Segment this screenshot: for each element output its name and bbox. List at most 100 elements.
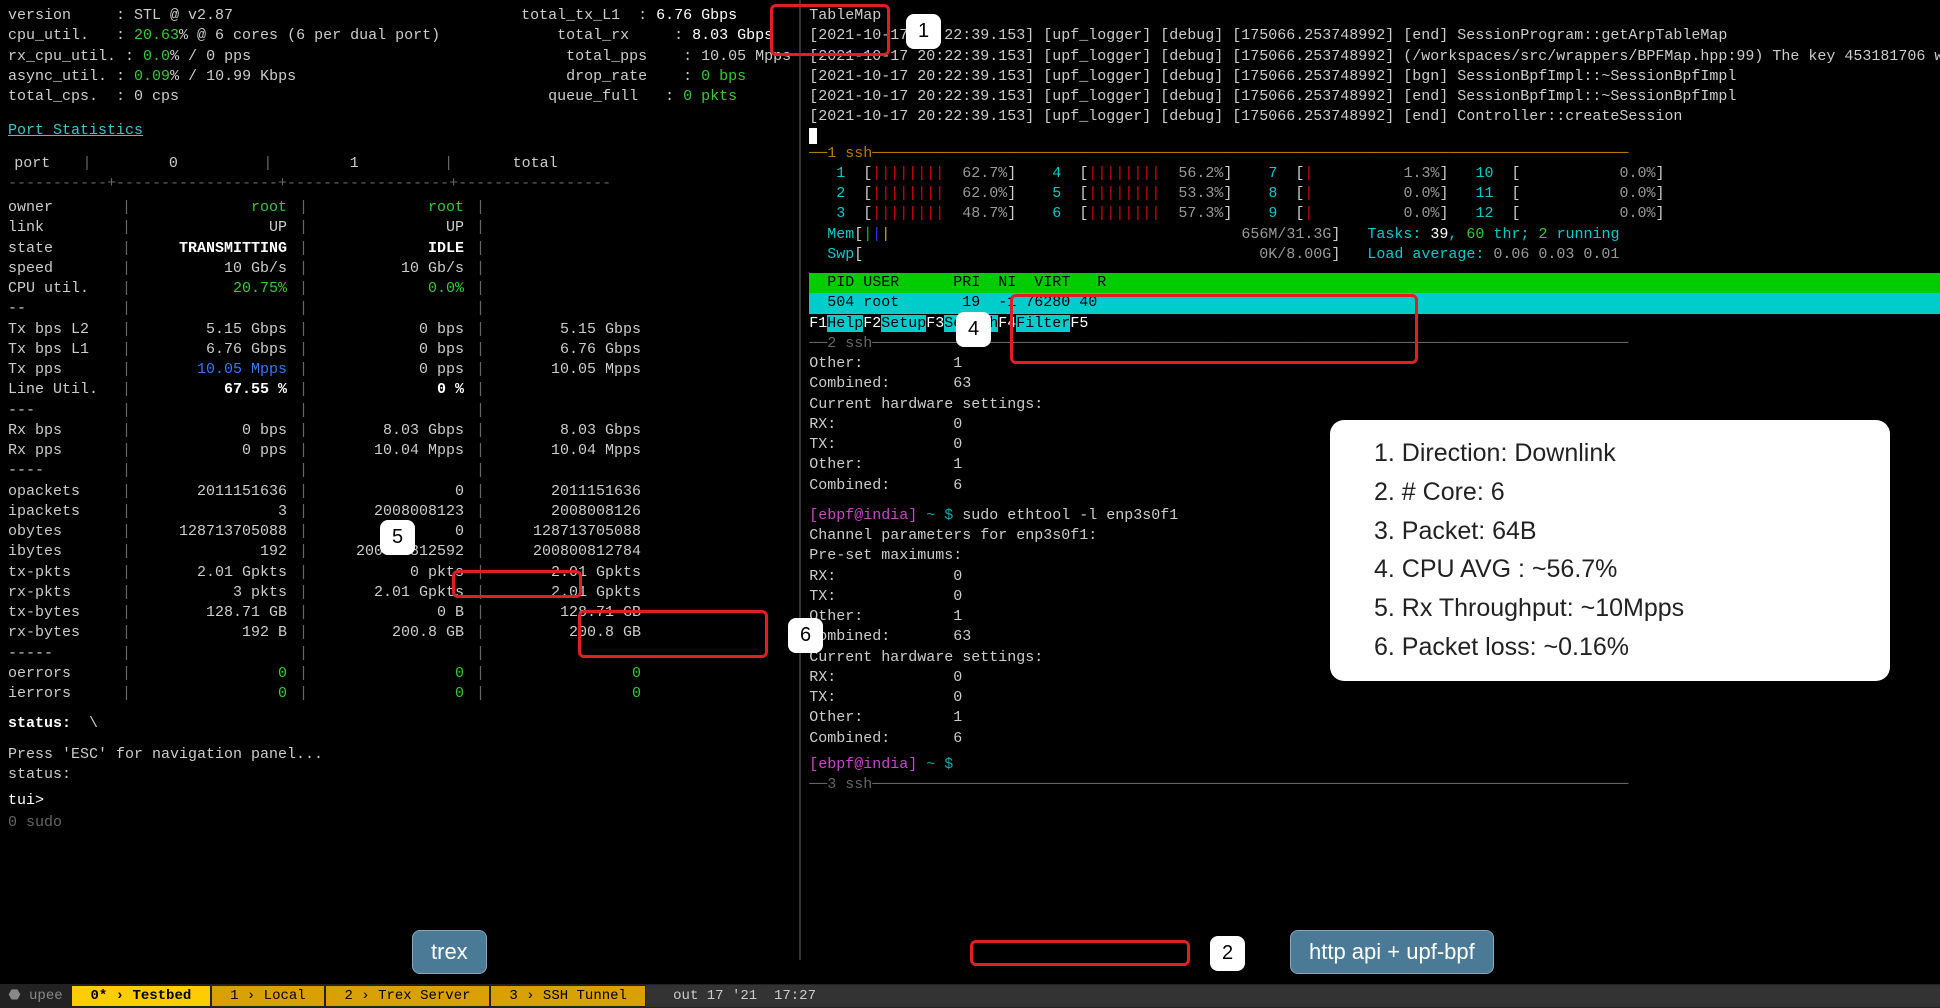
table-row: ipackets|3|2008008123|2008008126 (8, 502, 649, 522)
val-txl1: 6.76 Gbps (656, 7, 737, 24)
row-tcps: total_cps. : 0 cps queue_full : 0 pkts (8, 87, 791, 107)
tmux-tab[interactable]: 0* › Testbed (72, 986, 210, 1006)
table-row: owner|root|root| (8, 198, 649, 218)
callout-item: Packet: 64B (1366, 512, 1866, 551)
table-row: ----||| (8, 461, 649, 481)
lbl-version: version (8, 7, 71, 24)
shell-tx2: TX: 0 (809, 688, 1940, 708)
shell-prompt-2[interactable]: [ebpf@india] ~ $ (809, 755, 1940, 775)
shell-other2: Other: 1 (809, 708, 1940, 728)
callout-item: # Core: 6 (1366, 473, 1866, 512)
hdr-port: port (8, 154, 77, 174)
htop-cpu-row: 2 [|||||||| 62.0%] 5 [|||||||| 53.3%] 8 … (809, 184, 1940, 204)
callout-item: CPU AVG : ~56.7% (1366, 550, 1866, 589)
val-rx: 8.03 Gbps (692, 27, 773, 44)
hdr-0: 0 (97, 154, 257, 174)
table-row: ibytes|192|200800812592|200800812784 (8, 542, 649, 562)
table-row: tx-pkts|2.01 Gpkts|0 pkts|2.01 Gpkts (8, 563, 649, 583)
lbl-txl1: total_tx_L1 (521, 7, 620, 24)
val-cpu-pct: 20.63 (134, 27, 179, 44)
log-line: [2021-10-17 20:22:39.153] [upf_logger] [… (809, 67, 1940, 87)
callout-6: 6 (788, 618, 823, 653)
status2: status: (8, 765, 791, 785)
hdr-1: 1 (278, 154, 438, 174)
htop-swp: Swp[ 0K/8.00G] Load average: 0.06 0.03 0… (809, 245, 1940, 265)
trex-panel: version : STL @ v2.87 total_tx_L1 : 6.76… (0, 0, 801, 960)
log-line: [2021-10-17 20:22:39.153] [upf_logger] [… (809, 47, 1940, 67)
log-line: [2021-10-17 20:22:39.153] [upf_logger] [… (809, 87, 1940, 107)
tmux-session[interactable]: ⬣ upee (0, 987, 71, 1006)
val-rxcpu-pct: 0.0 (143, 48, 170, 65)
table-row: CPU util.|20.75%|0.0%| (8, 279, 649, 299)
table-row: obytes|128713705088|0|128713705088 (8, 522, 649, 542)
table-row: ---||| (8, 401, 649, 421)
val-qf: 0 pkts (683, 88, 737, 105)
lbl-pps: total_pps (566, 48, 647, 65)
val-pps: 10.05 Mpps (701, 48, 791, 65)
tmux-tab[interactable]: 1 › Local (212, 986, 324, 1006)
dashline: -----------+------------------+---------… (8, 174, 619, 194)
table-row: link|UP|UP| (8, 218, 649, 238)
lbl-cpu: cpu_util. (8, 27, 89, 44)
table-row: Rx pps|0 pps|10.04 Mpps|10.04 Mpps (8, 441, 649, 461)
log-line: [2021-10-17 20:22:39.153] [upf_logger] [… (809, 107, 1940, 127)
row-cpu: cpu_util. : 20.63% @ 6 cores (6 per dual… (8, 26, 791, 46)
callout-item: Rx Throughput: ~10Mpps (1366, 589, 1866, 628)
lbl-async: async_util. (8, 68, 107, 85)
status-row: status: \ (8, 714, 791, 734)
log-lines: TableMap[2021-10-17 20:22:39.153] [upf_l… (809, 6, 1940, 128)
table-row: speed|10 Gb/s|10 Gb/s| (8, 259, 649, 279)
eth-cur-hdr: Current hardware settings: (809, 395, 1940, 415)
lbl-rxcpu: rx_cpu_util. (8, 48, 116, 65)
tmux-tab[interactable]: 2 › Trex Server (326, 986, 489, 1006)
table-row: state|TRANSMITTING|IDLE| (8, 239, 649, 259)
table-row: ierrors|0|0|0 (8, 684, 649, 704)
table-row: opackets|2011151636|0|2011151636 (8, 482, 649, 502)
lbl-qf: queue_full (548, 88, 638, 105)
htop-cpu-row: 1 [|||||||| 62.7%] 4 [|||||||| 56.2%] 7 … (809, 164, 1940, 184)
cursor (809, 128, 817, 144)
pane-ssh1: ──1 ssh─────────────────────────────────… (809, 144, 1940, 164)
row-async: async_util. : 0.09% / 10.99 Kbps drop_ra… (8, 67, 791, 87)
table-row: rx-bytes|192 B|200.8 GB|200.8 GB (8, 623, 649, 643)
htop-cpu-bars: 1 [|||||||| 62.7%] 4 [|||||||| 56.2%] 7 … (809, 164, 1940, 225)
table-row: Tx bps L2|5.15 Gbps|0 bps|5.15 Gbps (8, 320, 649, 340)
callout-4: 4 (956, 312, 991, 347)
tmux-bar[interactable]: ⬣ upee 0* › Testbed 1 › Local 2 › Trex S… (0, 984, 1940, 1008)
tui-prompt-row[interactable]: tui> (8, 791, 791, 811)
trex-globals: version : STL @ v2.87 total_tx_L1 : 6.76… (8, 6, 791, 26)
port-rows: owner|root|root|link|UP|UP|state|TRANSMI… (8, 198, 649, 704)
lbl-rx: total_rx (557, 27, 629, 44)
val-rxcpu-rest: % / 0 pps (170, 48, 251, 65)
val-async-pct: 0.09 (134, 68, 170, 85)
shell-comb2: Combined: 6 (809, 729, 1940, 749)
htop-row[interactable]: 504 root 19 -1 76280 40 (809, 293, 1940, 313)
table-row: Tx pps|10.05 Mpps|0 pps|10.05 Mpps (8, 360, 649, 380)
pane-0-sudo: 0 sudo (8, 813, 791, 833)
table-row: Line Util.|67.55 %|0 %| (8, 380, 649, 400)
lbl-tcps: total_cps. (8, 88, 98, 105)
table-row: Tx bps L1|6.76 Gbps|0 bps|6.76 Gbps (8, 340, 649, 360)
hdr-total: total (459, 154, 619, 174)
tmux-tab[interactable]: 3 › SSH Tunnel (491, 986, 645, 1006)
table-row: rx-pkts|3 pkts|2.01 Gpkts|2.01 Gpkts (8, 583, 649, 603)
esc-hint: Press 'ESC' for navigation panel... (8, 745, 791, 765)
table-row: oerrors|0|0|0 (8, 664, 649, 684)
pill-upfbpf: http api + upf-bpf (1290, 930, 1494, 974)
table-row: tx-bytes|128.71 GB|0 B|128.71 GB (8, 603, 649, 623)
callout-5: 5 (380, 520, 415, 555)
lbl-drop: drop_rate (566, 68, 647, 85)
log-line: [2021-10-17 20:22:39.153] [upf_logger] [… (809, 26, 1940, 46)
val-tcps: 0 cps (134, 88, 179, 105)
htop-mem: Mem[||| 656M/31.3G] Tasks: 39, 60 thr; 2… (809, 225, 1940, 245)
callout-2: 2 (1210, 936, 1245, 971)
port-stats-title: Port Statistics (8, 121, 791, 141)
pane-ssh3: ──3 ssh─────────────────────────────────… (809, 775, 1940, 795)
pill-trex: trex (412, 930, 487, 974)
val-drop: 0 bps (701, 68, 746, 85)
status-val: \ (89, 715, 98, 732)
val-version: STL @ v2.87 (134, 7, 233, 24)
port-stats-table: port|0|1|total -----------+-------------… (8, 154, 619, 195)
big-callout: Direction: Downlink# Core: 6Packet: 64BC… (1330, 420, 1890, 681)
status-lbl: status: (8, 715, 71, 732)
